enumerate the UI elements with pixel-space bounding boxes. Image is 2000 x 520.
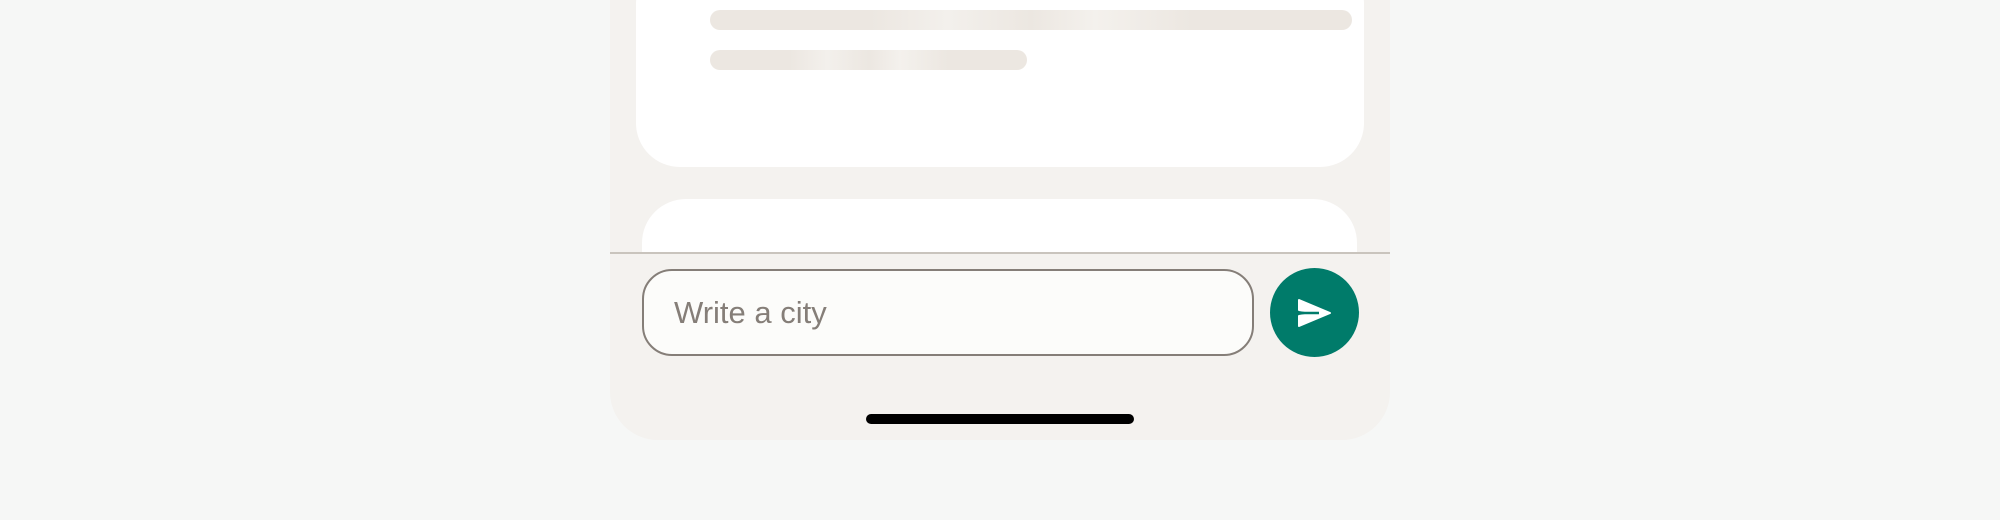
composer-bar: [610, 254, 1390, 440]
send-icon: [1297, 298, 1331, 327]
app-screen: [610, 0, 1390, 440]
home-indicator: [866, 414, 1134, 424]
skeleton-line: [710, 10, 1352, 30]
results-feed[interactable]: [610, 0, 1390, 252]
loading-card: [636, 0, 1364, 167]
send-button[interactable]: [1270, 268, 1359, 357]
city-input[interactable]: [642, 269, 1254, 356]
skeleton-line: [710, 50, 1027, 70]
result-card: [642, 199, 1357, 252]
page: [0, 0, 2000, 520]
